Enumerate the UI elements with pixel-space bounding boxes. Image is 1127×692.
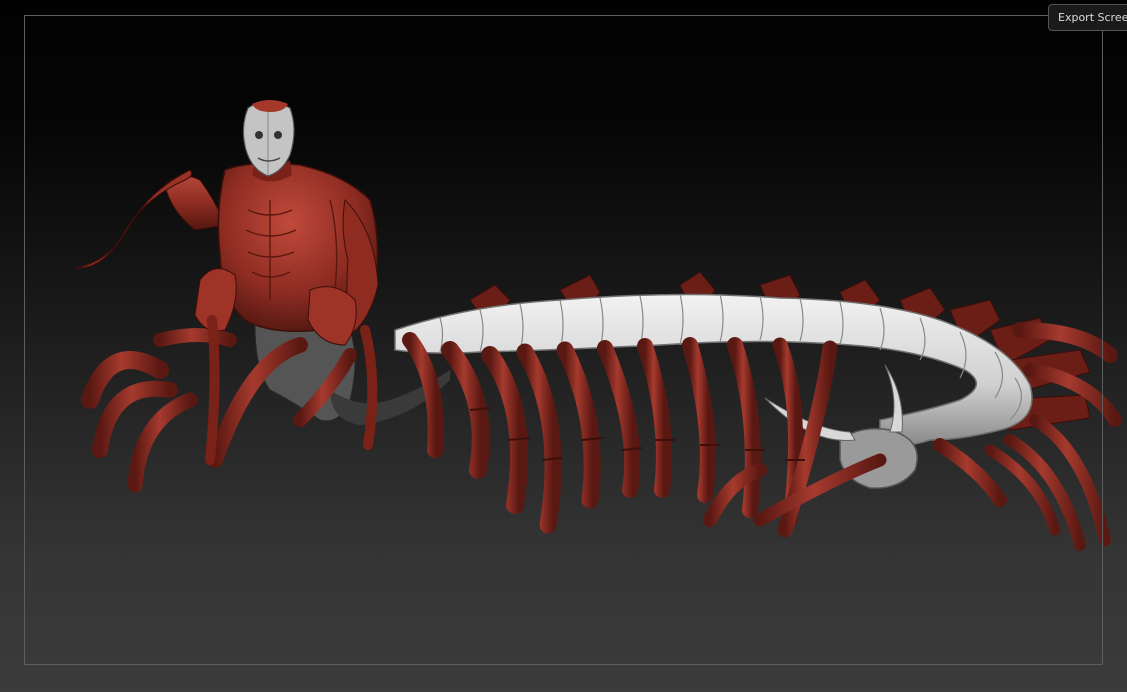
viewport-frame	[24, 15, 1103, 665]
zbrush-viewport-window: Export Scree	[0, 0, 1127, 692]
export-screenshot-button[interactable]: Export Scree	[1048, 4, 1127, 31]
